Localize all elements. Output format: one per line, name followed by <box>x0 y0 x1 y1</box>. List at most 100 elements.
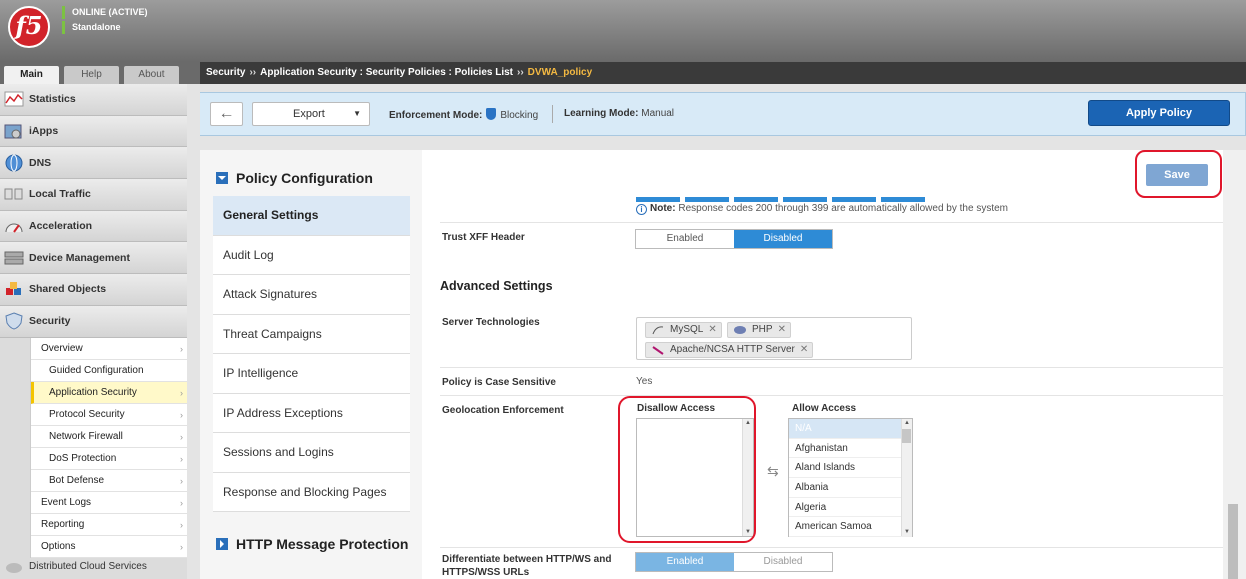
advanced-settings-heading: Advanced Settings <box>440 279 553 293</box>
traffic-icon <box>4 185 24 203</box>
swap-arrows-icon[interactable]: ⇆ <box>767 463 779 480</box>
scroll-down-icon[interactable]: ▼ <box>904 529 910 535</box>
tab-main[interactable]: Main <box>4 66 59 84</box>
tag-label: MySQL <box>670 324 704 335</box>
policy-config-heading[interactable]: Policy Configuration <box>216 170 373 186</box>
divider <box>552 105 553 123</box>
policy-config-list: General Settings Audit Log Attack Signat… <box>213 196 410 512</box>
mysql-icon <box>652 326 664 335</box>
tag-apache[interactable]: Apache/NCSA HTTP Server ✕ <box>645 342 814 358</box>
breadcrumb-root[interactable]: Security <box>206 67 245 78</box>
cloud-icon <box>4 558 24 576</box>
scroll-thumb[interactable] <box>1228 504 1238 579</box>
tag-label: Apache/NCSA HTTP Server <box>670 344 795 355</box>
list-item[interactable]: N/A <box>789 419 912 439</box>
enforcement-label: Enforcement Mode: <box>389 110 483 121</box>
tab-help[interactable]: Help <box>64 66 119 84</box>
menu-sessions-and-logins[interactable]: Sessions and Logins <box>213 433 410 473</box>
close-icon[interactable]: ✕ <box>778 324 786 335</box>
sidebar-item-dns[interactable]: DNS <box>0 147 187 180</box>
sidebar-item-security[interactable]: Security <box>0 305 187 338</box>
menu-general-settings[interactable]: General Settings <box>213 196 410 236</box>
sidebar-sub-reporting[interactable]: Reporting › <box>31 514 187 536</box>
menu-ip-address-exceptions[interactable]: IP Address Exceptions <box>213 393 410 433</box>
policy-config-menu: Policy Configuration General Settings Au… <box>200 150 422 579</box>
chevron-right-icon: › <box>180 453 183 464</box>
chevron-right-icon: › <box>180 541 183 552</box>
case-sensitive-value: Yes <box>636 376 653 387</box>
sidebar-item-iapps[interactable]: iApps <box>0 115 187 148</box>
server-icon <box>4 249 24 267</box>
sidebar-sub-dos-protection[interactable]: DoS Protection › <box>31 448 187 470</box>
differentiate-toggle[interactable]: Enabled Disabled <box>635 552 833 572</box>
policy-toolbar: ← Export ▼ Enforcement Mode: Blocking Lea… <box>200 92 1246 136</box>
highlight-annotation <box>1135 150 1222 198</box>
sub-label: Network Firewall <box>49 430 123 442</box>
sidebar-sub-bot-defense[interactable]: Bot Defense › <box>31 470 187 492</box>
sidebar-item-label: Security <box>29 315 71 328</box>
sidebar-sub-application-security[interactable]: Application Security › <box>31 381 187 404</box>
apply-policy-button[interactable]: Apply Policy <box>1088 100 1230 126</box>
sidebar-item-shared-objects[interactable]: Shared Objects <box>0 274 187 306</box>
menu-audit-log[interactable]: Audit Log <box>213 235 410 275</box>
sidebar-item-device-management[interactable]: Device Management <box>0 242 187 275</box>
list-item[interactable]: American Samoa <box>789 517 912 538</box>
allow-access-list[interactable]: N/A Afghanistan Aland Islands Albania Al… <box>788 418 913 538</box>
list-item[interactable]: Albania <box>789 478 912 498</box>
info-icon: i <box>636 204 647 215</box>
server-tech-input[interactable]: MySQL ✕ PHP ✕ Apache/NCSA HTTP Server ✕ <box>636 317 912 360</box>
menu-response-blocking-pages[interactable]: Response and Blocking Pages <box>213 472 410 512</box>
scroll-up-icon[interactable]: ▲ <box>904 420 910 426</box>
shield-icon <box>4 312 24 330</box>
trust-xff-toggle[interactable]: Enabled Disabled <box>635 229 833 249</box>
sidebar-sub-network-firewall[interactable]: Network Firewall › <box>31 426 187 448</box>
chevron-right-icon: › <box>180 475 183 486</box>
menu-threat-campaigns[interactable]: Threat Campaigns <box>213 314 410 354</box>
list-item[interactable]: Aland Islands <box>789 458 912 479</box>
chevron-right-icon: › <box>180 519 183 530</box>
sidebar-sub-overview[interactable]: Overview › <box>31 338 187 360</box>
scroll-thumb[interactable] <box>902 429 911 443</box>
sidebar-item-local-traffic[interactable]: Local Traffic <box>0 179 187 211</box>
breadcrumb-path[interactable]: Application Security : Security Policies… <box>260 67 513 78</box>
back-button[interactable]: ← <box>210 102 243 126</box>
sidebar-item-acceleration[interactable]: Acceleration <box>0 210 187 243</box>
device-status: ONLINE (ACTIVE) Standalone <box>62 6 148 36</box>
list-item[interactable]: Algeria <box>789 498 912 518</box>
toggle-enabled[interactable]: Enabled <box>636 230 734 248</box>
scrollbar[interactable]: ▲ ▼ <box>901 419 912 536</box>
menu-ip-intelligence[interactable]: IP Intelligence <box>213 354 410 394</box>
gear-icon <box>4 122 24 140</box>
toggle-enabled[interactable]: Enabled <box>636 553 734 571</box>
export-dropdown[interactable]: Export ▼ <box>252 102 370 126</box>
sidebar-item-statistics[interactable]: Statistics <box>0 84 187 116</box>
toggle-disabled[interactable]: Disabled <box>734 230 832 248</box>
sidebar-item-label: Acceleration <box>29 220 93 233</box>
response-codes-note: i Note: Response codes 200 through 399 ar… <box>636 203 1008 215</box>
sidebar-sub-event-logs[interactable]: Event Logs › <box>31 492 187 514</box>
sidebar-item-distributed-cloud[interactable]: Distributed Cloud Services <box>0 557 187 576</box>
tab-about[interactable]: About <box>124 66 179 84</box>
close-icon[interactable]: ✕ <box>708 324 716 335</box>
menu-attack-signatures[interactable]: Attack Signatures <box>213 275 410 315</box>
gauge-icon <box>4 217 24 235</box>
sub-label: Application Security <box>49 386 137 398</box>
note-label: Note: <box>650 203 676 214</box>
page-scrollbar[interactable] <box>1223 150 1246 579</box>
list-item[interactable]: Afghanistan <box>789 439 912 459</box>
tag-mysql[interactable]: MySQL ✕ <box>645 322 722 338</box>
content-area: ← Export ▼ Enforcement Mode: Blocking Lea… <box>200 84 1246 579</box>
tag-php[interactable]: PHP ✕ <box>727 322 791 338</box>
close-icon[interactable]: ✕ <box>800 344 808 355</box>
trust-xff-row: Trust XFF Header Enabled Disabled <box>440 222 1228 254</box>
f5-logo[interactable]: f5 <box>8 6 50 48</box>
enforcement-mode: Enforcement Mode: Blocking <box>389 108 538 121</box>
toggle-disabled[interactable]: Disabled <box>734 553 832 571</box>
sidebar-sub-guided-configuration[interactable]: Guided Configuration <box>31 360 187 382</box>
sidebar-sub-protocol-security[interactable]: Protocol Security › <box>31 404 187 426</box>
enforcement-value: Blocking <box>500 110 539 121</box>
sidebar-sub-options[interactable]: Options › <box>31 536 187 558</box>
http-message-protection-heading[interactable]: HTTP Message Protection <box>216 536 408 552</box>
php-icon <box>734 326 746 334</box>
server-tech-label: Server Technologies <box>442 317 540 328</box>
